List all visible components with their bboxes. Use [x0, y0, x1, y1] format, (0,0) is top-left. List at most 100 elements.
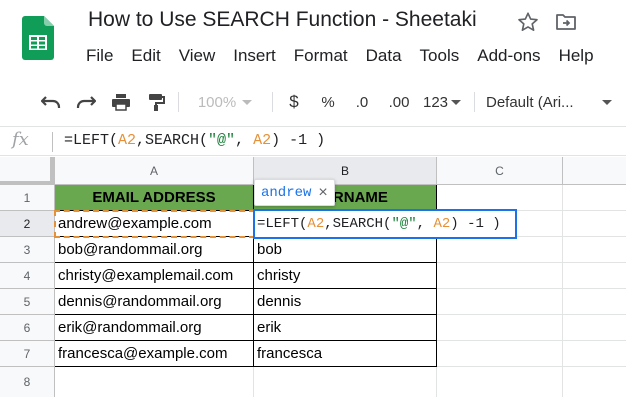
cell-d7[interactable]	[563, 341, 626, 367]
cell-a7[interactable]: francesca@example.com	[55, 341, 254, 367]
row-header-1[interactable]: 1	[0, 185, 55, 211]
cell-b7[interactable]: francesca	[254, 341, 437, 367]
menu-view[interactable]: View	[179, 46, 216, 66]
increase-decimal-label: .00	[388, 93, 410, 111]
row-header-2[interactable]: 2	[0, 211, 55, 237]
cell-b6[interactable]: erik	[254, 315, 437, 341]
font-family-select[interactable]: Default (Ari...	[486, 84, 612, 120]
column-header-d[interactable]	[563, 157, 626, 185]
chevron-down-icon	[602, 99, 612, 105]
currency-format-button[interactable]: $	[284, 84, 304, 120]
cell-a8[interactable]	[55, 367, 254, 397]
formula-token: =LEFT(	[64, 132, 119, 149]
cell-d8[interactable]	[563, 367, 626, 397]
cell-b3[interactable]: bob	[254, 237, 437, 263]
menu-insert[interactable]: Insert	[233, 46, 276, 66]
cell-d5[interactable]	[563, 289, 626, 315]
cell-c8[interactable]	[437, 367, 563, 397]
cell-a6[interactable]: erik@randommail.org	[55, 315, 254, 341]
move-to-folder-icon[interactable]	[555, 12, 577, 32]
formula-token: ,	[235, 132, 254, 149]
cell-a3[interactable]: bob@randommail.org	[55, 237, 254, 263]
formula-cell-reference: A2	[433, 216, 451, 232]
decrease-decimal-button[interactable]: .0	[350, 84, 374, 120]
function-icon: fx	[12, 129, 29, 150]
zoom-value: 100%	[197, 93, 237, 111]
star-icon[interactable]	[517, 11, 539, 33]
formula-token: ,SEARCH(	[136, 132, 209, 149]
cell-c1[interactable]	[437, 185, 563, 211]
menu-help[interactable]: Help	[559, 46, 594, 66]
sheets-logo-icon[interactable]	[22, 16, 54, 60]
formula-input[interactable]: =LEFT(A2,SEARCH("@", A2) -1 )	[64, 132, 325, 149]
formula-token: ) -1 )	[271, 132, 326, 149]
font-family-label: Default (Ari...	[486, 93, 574, 111]
row-header-3[interactable]: 3	[0, 237, 55, 263]
menu-file[interactable]: File	[86, 46, 113, 66]
menu-add-ons[interactable]: Add-ons	[477, 46, 540, 66]
menu-format[interactable]: Format	[294, 46, 348, 66]
document-title[interactable]: How to Use SEARCH Function - Sheetaki	[88, 8, 477, 32]
cell-d6[interactable]	[563, 315, 626, 341]
increase-decimal-button[interactable]: .00	[384, 84, 414, 120]
formula-bar-divider	[52, 132, 53, 152]
cell-d3[interactable]	[563, 237, 626, 263]
redo-icon[interactable]	[73, 84, 99, 120]
cell-c3[interactable]	[437, 237, 563, 263]
close-icon[interactable]: ×	[318, 184, 327, 202]
menu-data[interactable]: Data	[366, 46, 402, 66]
paint-format-icon[interactable]	[143, 84, 169, 120]
number-format-label: 123	[422, 93, 449, 111]
cell-c4[interactable]	[437, 263, 563, 289]
cell-d1[interactable]	[563, 185, 626, 211]
preview-value: andrew	[261, 184, 312, 201]
formula-bar: fx =LEFT(A2,SEARCH("@", A2) -1 )	[0, 126, 626, 156]
cell-d4[interactable]	[563, 263, 626, 289]
cell-d2[interactable]	[563, 211, 626, 237]
undo-icon[interactable]	[38, 84, 64, 120]
formula-cell-reference: A2	[307, 216, 325, 232]
percent-format-button[interactable]: %	[318, 84, 338, 120]
print-icon[interactable]	[108, 84, 134, 120]
zoom-select[interactable]: 100%	[190, 84, 260, 120]
cell-a5[interactable]: dennis@randommail.org	[55, 289, 254, 315]
cell-a4[interactable]: christy@examplemail.com	[55, 263, 254, 289]
formula-token: =LEFT(	[257, 216, 308, 232]
row-header-4[interactable]: 4	[0, 263, 55, 289]
row-header-8[interactable]: 8	[0, 367, 55, 397]
formula-string-literal: "@"	[208, 132, 236, 149]
cell-a1-header[interactable]: EMAIL ADDRESS	[55, 185, 254, 211]
select-all-corner[interactable]	[0, 157, 55, 185]
cell-editor-b2[interactable]: =LEFT(A2 ,SEARCH("@", A2) -1 )	[253, 209, 517, 239]
cell-b8[interactable]	[254, 367, 437, 397]
row-header-7[interactable]: 7	[0, 341, 55, 367]
cell-c6[interactable]	[437, 315, 563, 341]
toolbar-divider	[474, 92, 475, 112]
column-header-c[interactable]: C	[437, 157, 563, 185]
toolbar-divider	[178, 92, 179, 112]
toolbar-divider	[272, 92, 273, 112]
formula-string-literal: "@"	[391, 216, 417, 232]
chevron-down-icon	[451, 99, 462, 105]
cell-c5[interactable]	[437, 289, 563, 315]
menu-tools[interactable]: Tools	[420, 46, 460, 66]
formula-token: ,	[416, 216, 434, 232]
cell-c7[interactable]	[437, 341, 563, 367]
column-header-a[interactable]: A	[55, 157, 254, 185]
spreadsheet-grid: A B C 1 2 3 4 5 6 7 8 EMAIL ADDRESS USER…	[0, 157, 626, 397]
cell-a2[interactable]: andrew@example.com	[55, 211, 254, 237]
formula-result-preview: andrew ×	[254, 179, 335, 206]
cell-b5[interactable]: dennis	[254, 289, 437, 315]
number-format-select[interactable]: 123	[420, 84, 464, 120]
chevron-down-icon	[242, 99, 253, 105]
formula-token: ,SEARCH(	[324, 216, 392, 232]
menu-edit[interactable]: Edit	[131, 46, 160, 66]
menu-bar: File Edit View Insert Format Data Tools …	[86, 46, 612, 66]
decrease-decimal-label: .0	[355, 93, 369, 111]
row-header-6[interactable]: 6	[0, 315, 55, 341]
formula-cell-reference: A2	[118, 132, 137, 149]
app-header: How to Use SEARCH Function - Sheetaki Fi…	[0, 0, 626, 74]
cell-b4[interactable]: christy	[254, 263, 437, 289]
row-header-5[interactable]: 5	[0, 289, 55, 315]
formula-token: ) -1 )	[450, 216, 501, 232]
